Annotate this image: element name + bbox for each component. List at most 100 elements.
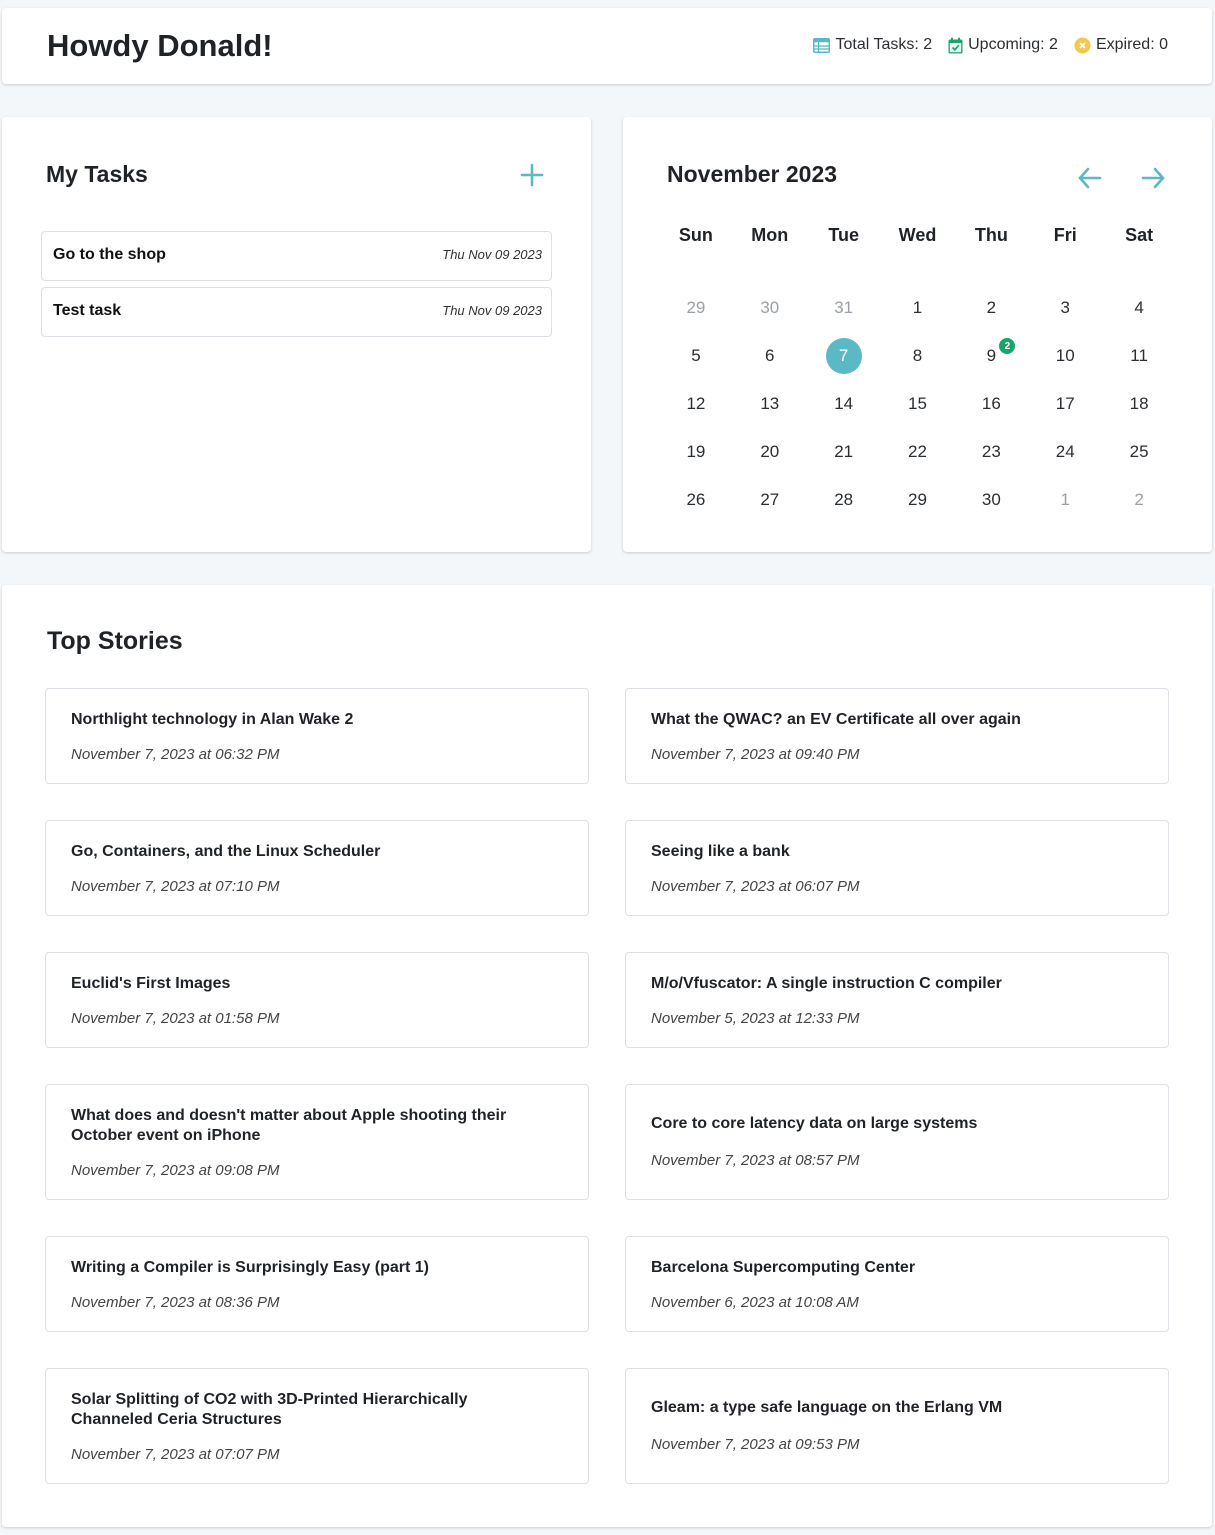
calendar-day-outside[interactable]: 1 (1028, 476, 1102, 524)
top-stories-panel: Top Stories Northlight technology in Ala… (2, 585, 1212, 1527)
greeting-title: Howdy Donald! (47, 28, 273, 63)
story-date: November 7, 2023 at 09:53 PM (651, 1436, 860, 1453)
day-number: 27 (760, 490, 780, 509)
calendar-day-outside[interactable]: 2 (1102, 476, 1176, 524)
calendar-day[interactable]: 29 (881, 476, 955, 524)
calendar-day[interactable]: 23 (954, 428, 1028, 476)
day-number: 4 (1134, 298, 1144, 317)
calendar-day[interactable]: 10 (1028, 332, 1102, 380)
calendar-day[interactable]: 25 (1102, 428, 1176, 476)
story-date: November 7, 2023 at 09:40 PM (651, 746, 860, 763)
day-number: 22 (908, 442, 927, 461)
day-number: 18 (1129, 394, 1149, 413)
weekday-label: Fri (1053, 224, 1077, 245)
add-task-button[interactable] (518, 161, 546, 189)
story-card[interactable]: Core to core latency data on large syste… (625, 1084, 1169, 1200)
story-date: November 7, 2023 at 08:36 PM (71, 1294, 280, 1311)
table-icon (813, 37, 831, 53)
story-card[interactable]: Euclid's First Images November 7, 2023 a… (45, 952, 589, 1048)
story-title: Seeing like a bank (651, 843, 790, 860)
story-title: M/o/Vfuscator: A single instruction C co… (651, 975, 1002, 992)
calendar-day[interactable]: 12 (659, 380, 733, 428)
task-stats: Total Tasks: 2 Upcoming: 2 Expired: 0 (813, 36, 1168, 54)
weekday-label: Thu (974, 224, 1008, 245)
calendar-day[interactable]: 26 (659, 476, 733, 524)
calendar-day-outside[interactable]: 31 (807, 284, 881, 332)
day-number: 29 (686, 298, 706, 317)
tasks-panel: My Tasks Go to the shop Thu Nov 09 2023 … (2, 117, 591, 552)
day-number: 1 (912, 298, 923, 317)
day-number: 12 (686, 394, 706, 413)
calendar-day[interactable]: 22 (881, 428, 955, 476)
day-number: 11 (1130, 346, 1148, 365)
calendar-day[interactable]: 16 (954, 380, 1028, 428)
upcoming-stat: Upcoming: 2 (948, 36, 1058, 54)
calendar-day[interactable]: 8 (881, 332, 955, 380)
stories-title: Top Stories (47, 627, 183, 655)
task-item[interactable]: Test task Thu Nov 09 2023 (41, 287, 552, 337)
calendar-day[interactable]: 3 (1028, 284, 1102, 332)
story-title: Solar Splitting of CO2 with 3D-Printed H… (71, 1391, 468, 1428)
weekday-label: Mon (751, 224, 789, 245)
calendar-day[interactable]: 28 (807, 476, 881, 524)
calendar-day[interactable]: 11 (1102, 332, 1176, 380)
x-circle-icon (1074, 37, 1091, 54)
story-card[interactable]: Writing a Compiler is Surprisingly Easy … (45, 1236, 589, 1332)
calendar-day[interactable]: 21 (807, 428, 881, 476)
story-card[interactable]: Northlight technology in Alan Wake 2 Nov… (45, 688, 589, 784)
arrow-left-icon (1078, 167, 1102, 189)
day-number: 5 (691, 346, 701, 365)
day-number: 2 (986, 298, 997, 317)
calendar-day-outside[interactable]: 29 (659, 284, 733, 332)
story-card[interactable]: What does and doesn't matter about Apple… (45, 1084, 589, 1200)
story-card[interactable]: What the QWAC? an EV Certificate all ove… (625, 688, 1169, 784)
story-card[interactable]: M/o/Vfuscator: A single instruction C co… (625, 952, 1169, 1048)
calendar-week-row: 29 30 31 1 2 3 4 (659, 284, 1176, 332)
calendar-week-row: 12 13 14 15 16 17 18 (659, 380, 1176, 428)
day-number: 31 (834, 298, 854, 317)
day-number: 1 (1060, 490, 1070, 509)
calendar-day[interactable]: 1 (881, 284, 955, 332)
calendar-day[interactable]: 19 (659, 428, 733, 476)
calendar-day[interactable]: 2 (954, 284, 1028, 332)
plus-icon (520, 163, 544, 187)
tasks-title: My Tasks (46, 161, 148, 187)
header-bar: Howdy Donald! Total Tasks: 2 Upcoming: 2… (2, 8, 1212, 84)
calendar-day[interactable]: 18 (1102, 380, 1176, 428)
day-number: 23 (981, 442, 1001, 461)
total-tasks-label: Total Tasks: 2 (835, 36, 933, 53)
story-card[interactable]: Solar Splitting of CO2 with 3D-Printed H… (45, 1368, 589, 1484)
story-title: Writing a Compiler is Surprisingly Easy … (71, 1259, 430, 1276)
prev-month-button[interactable] (1076, 165, 1104, 191)
story-card[interactable]: Barcelona Supercomputing Center November… (625, 1236, 1169, 1332)
calendar-check-icon (948, 37, 963, 54)
calendar-day[interactable]: 5 (659, 332, 733, 380)
calendar-day[interactable]: 27 (733, 476, 807, 524)
calendar-day[interactable]: 15 (881, 380, 955, 428)
calendar-day[interactable]: 30 (954, 476, 1028, 524)
calendar-day[interactable]: 6 (733, 332, 807, 380)
calendar-day[interactable]: 24 (1028, 428, 1102, 476)
expired-stat: Expired: 0 (1074, 36, 1168, 54)
task-item[interactable]: Go to the shop Thu Nov 09 2023 (41, 231, 552, 281)
weekday-label: Sun (678, 224, 713, 245)
calendar-day[interactable]: 17 (1028, 380, 1102, 428)
calendar-grid: Sun Mon Tue Wed Thu Fri Sat 29 30 31 1 2… (659, 219, 1176, 524)
calendar-day[interactable]: 20 (733, 428, 807, 476)
story-date: November 7, 2023 at 08:57 PM (651, 1152, 860, 1169)
weekday-label: Tue (828, 224, 859, 245)
task-name: Test task (53, 302, 122, 319)
story-card[interactable]: Go, Containers, and the Linux Scheduler … (45, 820, 589, 916)
calendar-day-today[interactable]: 7 (807, 332, 881, 380)
calendar-day[interactable]: 14 (807, 380, 881, 428)
calendar-day[interactable]: 4 (1102, 284, 1176, 332)
next-month-button[interactable] (1139, 165, 1167, 191)
story-card[interactable]: Gleam: a type safe language on the Erlan… (625, 1368, 1169, 1484)
calendar-day[interactable]: 13 (733, 380, 807, 428)
day-number: 10 (1055, 346, 1075, 365)
calendar-day[interactable]: 92 (954, 332, 1028, 380)
weekday-label: Wed (898, 224, 937, 245)
calendar-day-outside[interactable]: 30 (733, 284, 807, 332)
story-card[interactable]: Seeing like a bank November 7, 2023 at 0… (625, 820, 1169, 916)
day-number: 15 (908, 394, 927, 413)
